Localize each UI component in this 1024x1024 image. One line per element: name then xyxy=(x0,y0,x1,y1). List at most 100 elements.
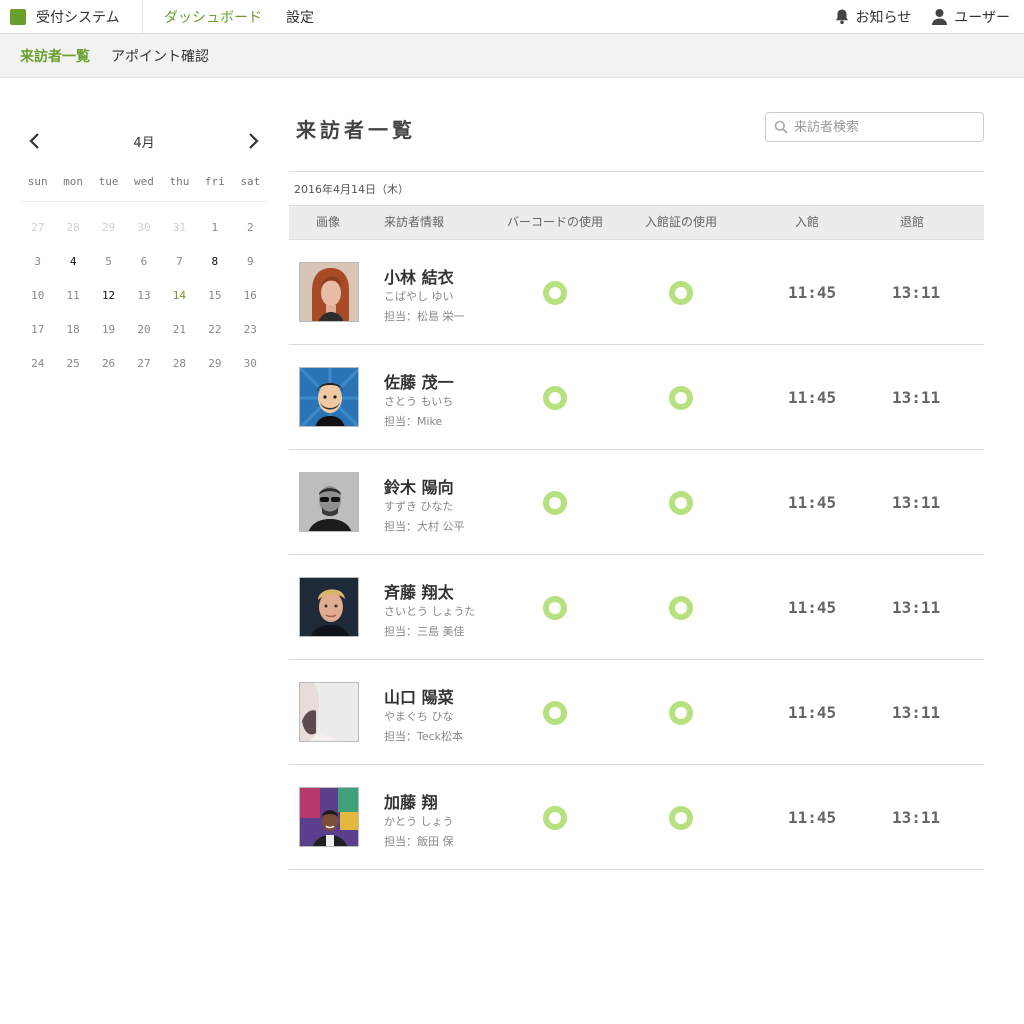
brand[interactable]: 受付システム xyxy=(0,0,143,34)
calendar-day[interactable]: 17 xyxy=(20,313,55,347)
user-menu-button[interactable]: ユーザー xyxy=(931,7,1010,27)
barcode-used-icon xyxy=(543,386,567,410)
top-bar: 受付システム ダッシュボード 設定 お知らせ ユーザー xyxy=(0,0,1024,34)
calendar-days: 27 28 29 30 31 1 2 3 4 5 6 7 8 9 10 11 12 13 14 15 16 17 18 19 2… xyxy=(20,211,268,381)
search-icon xyxy=(774,120,788,134)
calendar-day[interactable]: 4 xyxy=(55,245,90,279)
col-check-out: 退館 xyxy=(900,215,925,229)
subnav-visitor-list[interactable]: 来訪者一覧 xyxy=(20,46,90,66)
calendar-day[interactable]: 28 xyxy=(162,347,197,381)
check-out-time: 13:11 xyxy=(892,598,941,617)
calendar-day[interactable]: 9 xyxy=(233,245,268,279)
nav-settings[interactable]: 設定 xyxy=(286,7,314,27)
visitor-kana: かとう しょう xyxy=(384,815,454,828)
visitor-kana: すずき ひなた xyxy=(384,500,454,513)
table-row[interactable]: 山口 陽菜 やまぐち ひな 担当：Teck松本 11:45 13:11 xyxy=(289,660,984,765)
calendar-day[interactable]: 11 xyxy=(55,279,90,313)
calendar-day[interactable]: 27 xyxy=(126,347,161,381)
weekday-label: fri xyxy=(204,175,225,188)
calendar-day[interactable]: 25 xyxy=(55,347,90,381)
visitor-staff: 担当：Teck松本 xyxy=(384,730,464,743)
col-badge: 入館証の使用 xyxy=(645,215,718,229)
calendar-day[interactable]: 28 xyxy=(55,211,90,245)
calendar-day[interactable]: 30 xyxy=(126,211,161,245)
barcode-used-icon xyxy=(543,596,567,620)
calendar-day[interactable]: 23 xyxy=(233,313,268,347)
table-row[interactable]: 小林 結衣 こばやし ゆい 担当：松島 栄一 11:45 13:11 xyxy=(289,240,984,345)
user-icon xyxy=(932,9,948,25)
visitor-name: 鈴木 陽向 xyxy=(384,478,454,497)
chevron-left-icon xyxy=(29,133,39,149)
table-row[interactable]: 鈴木 陽向 すずき ひなた 担当：大村 公平 11:45 13:11 xyxy=(289,450,984,555)
table-header: 画像 来訪者情報 バーコードの使用 入館証の使用 入館 退館 xyxy=(289,205,984,240)
badge-used-icon xyxy=(669,386,693,410)
notifications-button[interactable]: お知らせ xyxy=(834,7,912,27)
table-row[interactable]: 佐藤 茂一 さとう もいち 担当：Mike 11:45 13:11 xyxy=(289,345,984,450)
next-month-button[interactable] xyxy=(240,127,268,155)
nav-dashboard[interactable]: ダッシュボード xyxy=(164,7,262,27)
weekday-label: sat xyxy=(240,175,261,188)
calendar: 4月 sun mon tue wed thu fri sat 27 28 29 30 31 1 2 3 4 5… xyxy=(20,120,268,381)
sub-nav: 来訪者一覧 アポイント確認 xyxy=(0,34,1024,78)
weekday-label: sun xyxy=(27,175,48,188)
visitor-name: 加藤 翔 xyxy=(384,793,438,812)
avatar xyxy=(299,367,359,427)
calendar-day-today[interactable]: 14 xyxy=(162,279,197,313)
calendar-day[interactable]: 19 xyxy=(91,313,126,347)
user-label: ユーザー xyxy=(954,9,1010,26)
calendar-day[interactable]: 27 xyxy=(20,211,55,245)
avatar xyxy=(299,577,359,637)
calendar-day[interactable]: 16 xyxy=(233,279,268,313)
visitor-name: 小林 結衣 xyxy=(384,268,454,287)
calendar-day[interactable]: 5 xyxy=(91,245,126,279)
calendar-day[interactable]: 29 xyxy=(91,211,126,245)
col-image: 画像 xyxy=(316,215,341,229)
weekday-label: tue xyxy=(98,175,119,188)
visitor-kana: さとう もいち xyxy=(384,395,454,408)
search-box[interactable] xyxy=(765,112,984,142)
col-barcode: バーコードの使用 xyxy=(507,215,604,229)
calendar-day[interactable]: 6 xyxy=(126,245,161,279)
visitor-staff: 担当：Mike xyxy=(384,415,443,428)
badge-used-icon xyxy=(669,806,693,830)
calendar-day[interactable]: 10 xyxy=(20,279,55,313)
calendar-day[interactable]: 12 xyxy=(91,279,126,313)
bell-icon xyxy=(835,9,848,25)
visit-date-text: 2016年4月14日（木） xyxy=(294,182,409,196)
calendar-day[interactable]: 22 xyxy=(197,313,232,347)
calendar-day[interactable]: 18 xyxy=(55,313,90,347)
calendar-day[interactable]: 1 xyxy=(197,211,232,245)
calendar-day[interactable]: 2 xyxy=(233,211,268,245)
table-row[interactable]: 加藤 翔かとう しょう 担当：飯田 保 11:45 13:11 xyxy=(289,765,984,870)
calendar-header: 4月 xyxy=(20,120,268,162)
calendar-day[interactable]: 20 xyxy=(126,313,161,347)
calendar-day[interactable]: 3 xyxy=(20,245,55,279)
visitor-kana: こばやし ゆい xyxy=(384,290,454,303)
app-name: 受付システム xyxy=(36,9,120,26)
table-row[interactable]: 斉藤 翔太 さいとう しょうた 担当：三島 美佳 11:45 13:11 xyxy=(289,555,984,660)
barcode-used-icon xyxy=(543,491,567,515)
avatar xyxy=(299,472,359,532)
search-input[interactable] xyxy=(794,119,974,135)
calendar-day[interactable]: 8 xyxy=(197,245,232,279)
calendar-day[interactable]: 21 xyxy=(162,313,197,347)
check-out-time: 13:11 xyxy=(892,808,941,827)
calendar-day[interactable]: 26 xyxy=(91,347,126,381)
check-out-time: 13:11 xyxy=(892,493,941,512)
prev-month-button[interactable] xyxy=(20,127,48,155)
visitor-kana: さいとう しょうた xyxy=(384,605,476,618)
calendar-day[interactable]: 31 xyxy=(162,211,197,245)
badge-used-icon xyxy=(669,281,693,305)
calendar-day[interactable]: 24 xyxy=(20,347,55,381)
notifications-label: お知らせ xyxy=(855,9,912,26)
calendar-day[interactable]: 30 xyxy=(233,347,268,381)
calendar-day[interactable]: 13 xyxy=(126,279,161,313)
avatar xyxy=(299,262,359,322)
barcode-used-icon xyxy=(543,806,567,830)
top-right-actions: お知らせ ユーザー xyxy=(814,7,1024,27)
calendar-day[interactable]: 15 xyxy=(197,279,232,313)
visitor-name: 佐藤 茂一 xyxy=(384,373,454,392)
calendar-day[interactable]: 29 xyxy=(197,347,232,381)
calendar-day[interactable]: 7 xyxy=(162,245,197,279)
subnav-appointments[interactable]: アポイント確認 xyxy=(111,46,209,66)
